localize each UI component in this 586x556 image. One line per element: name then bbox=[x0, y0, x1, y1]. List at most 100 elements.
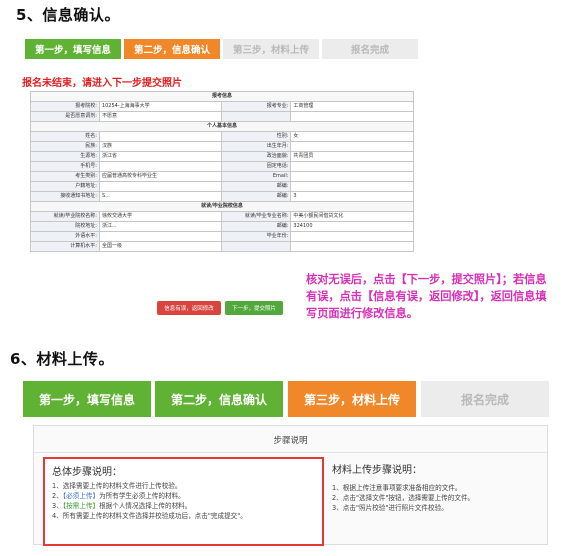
label: 出生年月: bbox=[221, 141, 292, 152]
value bbox=[290, 181, 414, 192]
list-item: 2、【必须上传】为所有学生必须上传的材料。 bbox=[52, 491, 247, 501]
table-row: 考生类别: 应届普通高校专科毕业生 Email: bbox=[30, 171, 414, 182]
modify-info-button[interactable]: 信息有误，返回修改 bbox=[157, 301, 221, 315]
value: 汉族 bbox=[98, 141, 223, 152]
value bbox=[290, 141, 414, 152]
item-num: 1、 bbox=[52, 482, 63, 490]
table-row: 手机号: 固定电话: bbox=[30, 161, 414, 172]
value: 女 bbox=[290, 131, 414, 142]
value: 不愿意 bbox=[98, 111, 223, 122]
value bbox=[98, 131, 223, 142]
registration-notice: 报名未结束，请进入下一步提交照片 bbox=[22, 78, 182, 89]
label: 邮编: bbox=[221, 181, 292, 192]
label: 考生类别: bbox=[30, 171, 100, 182]
upload-steps-title: 材料上传步骤说明： bbox=[332, 465, 422, 476]
required-upload-tag: 【必须上传】 bbox=[62, 492, 100, 500]
panel-divider bbox=[34, 452, 547, 453]
item-text: 所有需要上传的材料文件选择并校验成功后，点击"完成提交"。 bbox=[62, 512, 247, 520]
table-row: 是否愿意调剂: 不愿意 bbox=[30, 111, 414, 122]
table-row: 生源地: 浙江省 政治面貌: 共青团员 bbox=[30, 151, 414, 162]
list-item: 1、根据上传注意事项要求准备相应的文件。 bbox=[332, 484, 462, 492]
list-item: 4、所有需要上传的材料文件选择并校验成功后，点击"完成提交"。 bbox=[52, 511, 247, 521]
label bbox=[221, 111, 292, 122]
step1-tab[interactable]: 第一步，填写信息 bbox=[23, 381, 151, 417]
label: 生源地: bbox=[30, 151, 100, 162]
overall-steps-title: 总体步骤说明： bbox=[52, 467, 122, 478]
step2-tab-active[interactable]: 第二步，信息确认 bbox=[124, 39, 220, 59]
label: 报考专业: bbox=[221, 101, 292, 112]
value: S... bbox=[98, 191, 223, 202]
table-row: 民族: 汉族 出生年月: bbox=[30, 141, 414, 152]
list-item: 2、点击"选择文件"按钮，选择需要上传的文件。 bbox=[332, 494, 475, 502]
upload-steps: 材料上传步骤说明： 1、根据上传注意事项要求准备相应的文件。 2、点击"选择文件… bbox=[332, 461, 542, 513]
label: 性别: bbox=[221, 131, 292, 142]
value: 中美小额民间借贷文化 bbox=[290, 211, 414, 222]
label: 固定电话: bbox=[221, 161, 292, 172]
label: 接收通知书地址: bbox=[30, 191, 100, 202]
value bbox=[290, 171, 414, 182]
label: 毕业年份: bbox=[221, 231, 292, 242]
value bbox=[98, 161, 223, 172]
value: 共青团员 bbox=[290, 151, 414, 162]
value: 应届普通高校专科毕业生 bbox=[98, 171, 223, 182]
value bbox=[290, 111, 414, 122]
label: 外语水平: bbox=[30, 231, 100, 242]
value: 工商管理 bbox=[290, 101, 414, 112]
label: 计算机水平: bbox=[30, 241, 100, 252]
step3-tab-active[interactable]: 第三步，材料上传 bbox=[288, 381, 416, 417]
steps-panel: 步骤说明 总体步骤说明： 1、选择需要上传的材料文件进行上传校验。 2、【必须上… bbox=[33, 425, 548, 546]
label: 报考院校: bbox=[30, 101, 100, 112]
label: 政治面貌: bbox=[221, 151, 292, 162]
value: 浙江... bbox=[98, 221, 223, 232]
overall-steps-box: 总体步骤说明： 1、选择需要上传的材料文件进行上传校验。 2、【必须上传】为所有… bbox=[43, 457, 324, 546]
label: 民族: bbox=[30, 141, 100, 152]
step1-tab[interactable]: 第一步，填写信息 bbox=[25, 39, 121, 59]
section-grad-info: 就读/毕业院校信息 bbox=[30, 201, 414, 212]
table-row: 姓名: 性别: 女 bbox=[30, 131, 414, 142]
label: 姓名: bbox=[30, 131, 100, 142]
label: 是否愿意调剂: bbox=[30, 111, 100, 122]
item-text: 根据个人情况选择上传的材料。 bbox=[99, 502, 192, 510]
value bbox=[290, 231, 414, 242]
label: 就读/毕业院校名称: bbox=[30, 211, 100, 222]
panel-title: 步骤说明 bbox=[273, 436, 308, 446]
table-row: 外语水平: 毕业年份: bbox=[30, 231, 414, 242]
next-upload-photo-button[interactable]: 下一步，提交照片 bbox=[225, 301, 283, 315]
step2-tab[interactable]: 第二步，信息确认 bbox=[155, 381, 283, 417]
label: Email: bbox=[221, 171, 292, 182]
label: 邮编: bbox=[221, 221, 292, 232]
label: 院校地址: bbox=[30, 221, 100, 232]
list-item: 3、点击"照片校验"进行照片文件校验。 bbox=[332, 504, 448, 512]
optional-upload-tag: 【按需上传】 bbox=[62, 502, 100, 510]
table-row: 院校地址: 浙江... 邮编: 324100 bbox=[30, 221, 414, 232]
overall-steps-list: 1、选择需要上传的材料文件进行上传校验。 2、【必须上传】为所有学生必须上传的材… bbox=[52, 481, 247, 521]
list-item: 1、选择需要上传的材料文件进行上传校验。 bbox=[52, 481, 247, 491]
label: 户籍地址: bbox=[30, 181, 100, 192]
value: 徐攸交通大学 bbox=[98, 211, 223, 222]
table-row: 接收通知书地址: S... 邮编: 3 bbox=[30, 191, 414, 202]
info-table: 报考信息 报考院校: 10254-上海海事大学 报考专业: 工商管理 是否愿意调… bbox=[30, 91, 414, 252]
section-apply-info: 报考信息 bbox=[30, 91, 414, 102]
value: 浙江省 bbox=[98, 151, 223, 162]
value bbox=[98, 231, 223, 242]
label: 手机号: bbox=[30, 161, 100, 172]
annotation-line: 有误，点击【信息有误，返回修改】，返回信息填 bbox=[306, 290, 547, 303]
value: 全国一级 bbox=[98, 241, 223, 252]
value: 3 bbox=[290, 191, 414, 202]
item-text: 为所有学生必须上传的材料。 bbox=[99, 492, 185, 500]
value bbox=[290, 161, 414, 172]
list-item: 3、【按需上传】根据个人情况选择上传的材料。 bbox=[52, 501, 247, 511]
upload-steps-list: 1、根据上传注意事项要求准备相应的文件。 2、点击"选择文件"按钮，选择需要上传… bbox=[332, 483, 542, 513]
table-row: 就读/毕业院校名称: 徐攸交通大学 就读/毕业专业名称: 中美小额民间借贷文化 bbox=[30, 211, 414, 222]
table-row: 计算机水平: 全国一级 bbox=[30, 241, 414, 252]
label: 邮编: bbox=[221, 191, 292, 202]
annotation-line: 写页面进行修改信息。 bbox=[306, 307, 418, 320]
value bbox=[98, 181, 223, 192]
label bbox=[221, 241, 292, 252]
annotation-line: 核对无误后，点击【下一步，提交照片】；若信息 bbox=[306, 273, 547, 286]
step3-tab: 第三步，材料上传 bbox=[223, 39, 319, 59]
item-text: 选择需要上传的材料文件进行上传校验。 bbox=[62, 482, 182, 490]
value: 10254-上海海事大学 bbox=[98, 101, 223, 112]
item-num: 4、 bbox=[52, 512, 63, 520]
step4-tab: 报名完成 bbox=[322, 39, 418, 59]
